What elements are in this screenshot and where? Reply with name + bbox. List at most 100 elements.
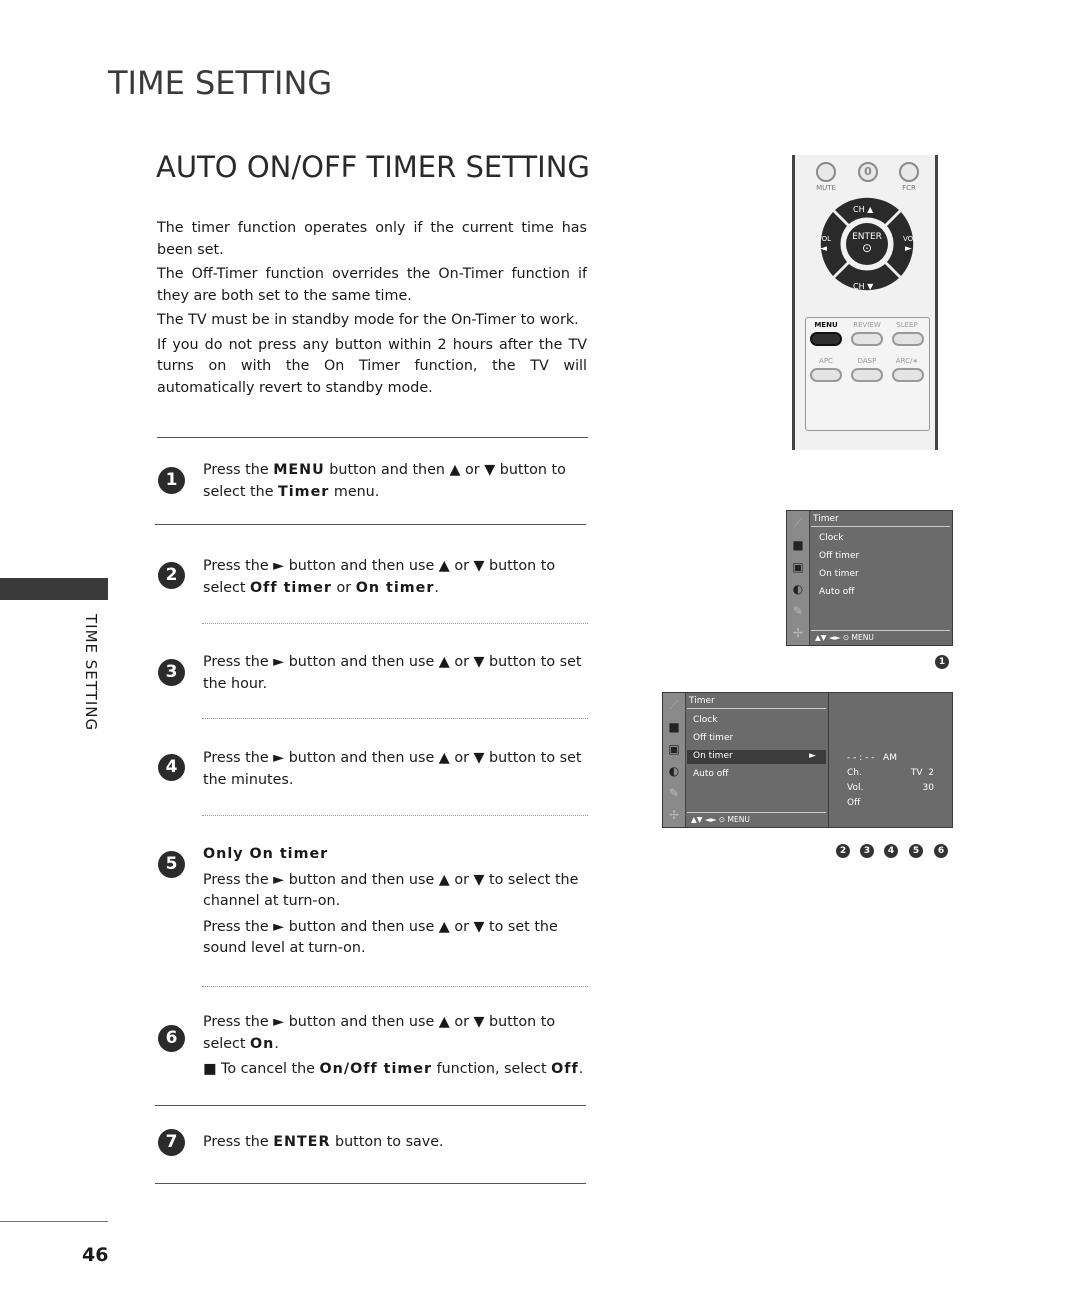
osd-selected-row[interactable]: On timer ► (687, 750, 826, 764)
enter-icon: ⊙ (861, 241, 873, 255)
on-timer-time[interactable]: - - : - - AM (847, 753, 897, 763)
section-title: TIME SETTING (108, 64, 333, 102)
osd-item-on-timer: On timer (693, 751, 733, 761)
sleep-label: SLEEP (896, 321, 918, 329)
osd-footer: ▲▼ ◄► ⊙ MENU (687, 812, 826, 827)
osd-on-timer-panel: - - : - - AM Ch. TV 2 Vol. 30 Off (828, 692, 953, 828)
osd-title: Timer (689, 696, 715, 706)
fcr-label: FCR (902, 184, 916, 192)
apc-button[interactable] (810, 368, 842, 382)
step-badge: 4 (884, 844, 898, 858)
divider (155, 1105, 586, 1106)
vol-left-arrow-icon: ◄ (820, 244, 827, 254)
antenna-icon: ⟋ (793, 516, 803, 530)
zero-button[interactable]: 0 (858, 162, 878, 182)
clock-icon: ◐ (668, 764, 680, 778)
step-badge: 5 (909, 844, 923, 858)
apc-label: APC (819, 357, 833, 365)
osd-item-on-timer[interactable]: On timer (819, 569, 859, 579)
osd-timer-menu-on-timer: ⟋ ■ ▣ ◐ ✎ ✢ Timer Clock Off timer On tim… (662, 692, 829, 828)
ch-up-label: CH ▲ (853, 205, 874, 214)
arc-label: ARC/∗ (895, 357, 919, 365)
divider (202, 815, 588, 816)
divider (155, 524, 586, 525)
side-tab-marker (0, 578, 108, 600)
remote-icon: ✎ (668, 786, 680, 800)
mute-label: MUTE (816, 184, 836, 192)
intro-paragraph: The timer function operates only if the … (157, 220, 587, 258)
divider (202, 718, 588, 719)
page-title: AUTO ON/OFF TIMER SETTING (156, 150, 590, 184)
page-number: 46 (82, 1244, 109, 1266)
step-5-line: Press the ► button and then use ▲ or ▼ t… (203, 918, 558, 957)
vol-right-label: VOL (903, 235, 918, 243)
enter-label: ENTER (852, 232, 882, 242)
vol-right-arrow-icon: ► (905, 244, 912, 254)
menu-label: MENU (814, 321, 838, 329)
on-off-state[interactable]: Off (847, 798, 860, 808)
side-label: TIME SETTING (82, 614, 100, 732)
step-number: 1 (158, 467, 185, 494)
step-number: 5 (158, 851, 185, 878)
right-arrow-icon: ► (809, 751, 816, 761)
step-badge: 6 (934, 844, 948, 858)
enter-button[interactable]: ENTER ⊙ (846, 223, 888, 265)
osd-icon-bar: ⟋ ■ ▣ ◐ ✎ ✢ (787, 511, 810, 645)
step-5-text: Only On timer Press the ► button and the… (203, 844, 593, 964)
step-badge: 1 (935, 655, 949, 669)
picture-icon: ■ (792, 538, 804, 552)
intro-paragraph: The TV must be in standby mode for the O… (157, 312, 579, 328)
button-panel: MENU REVIEW SLEEP APC DASP ARC/∗ (805, 317, 930, 431)
ch-value[interactable]: TV 2 (911, 768, 934, 778)
osd-item-auto-off[interactable]: Auto off (819, 587, 854, 597)
fcr-button[interactable] (899, 162, 919, 182)
osd-item-off-timer[interactable]: Off timer (693, 733, 733, 743)
clock-icon: ◐ (792, 582, 804, 596)
osd-icon-bar: ⟋ ■ ▣ ◐ ✎ ✢ (663, 693, 686, 827)
osd-title-rule (811, 526, 950, 527)
vol-label: Vol. (847, 783, 864, 793)
intro-text: The timer function operates only if the … (157, 218, 587, 402)
ch-label: Ch. (847, 768, 862, 778)
menu-button[interactable] (810, 332, 842, 346)
vol-value[interactable]: 30 (923, 783, 934, 793)
option-icon: ✢ (668, 808, 680, 822)
remote-icon: ✎ (792, 604, 804, 618)
remote-control: 0 MUTE FCR CH ▲ CH ▼ VOL ◄ VOL ► ENTER ⊙… (792, 155, 938, 450)
speaker-icon: ▣ (792, 560, 804, 574)
step-4-text: Press the ► button and then use ▲ or ▼ b… (203, 750, 582, 788)
intro-paragraph: If you do not press any button within 2 … (157, 336, 587, 396)
option-icon: ✢ (792, 626, 804, 640)
dasp-label: DASP (857, 357, 877, 365)
footer-rule (0, 1221, 108, 1222)
dasp-button[interactable] (851, 368, 883, 382)
osd-item-off-timer[interactable]: Off timer (819, 551, 859, 561)
divider (202, 986, 588, 987)
osd-item-clock[interactable]: Clock (693, 715, 717, 725)
osd-item-clock[interactable]: Clock (819, 533, 843, 543)
divider (155, 1183, 586, 1184)
ch-down-label: CH ▼ (853, 282, 874, 291)
arc-button[interactable] (892, 368, 924, 382)
step-number: 7 (158, 1129, 185, 1156)
antenna-icon: ⟋ (669, 698, 679, 712)
step-number: 3 (158, 659, 185, 686)
osd-title: Timer (813, 514, 839, 524)
step-number: 4 (158, 754, 185, 781)
step-5-heading: Only On timer (203, 846, 329, 862)
intro-paragraph: The Off-Timer function overrides the On-… (157, 266, 587, 304)
step-3-text: Press the ► button and then use ▲ or ▼ b… (203, 654, 582, 692)
step-badge: 2 (836, 844, 850, 858)
divider (157, 437, 588, 438)
step-6-text: Press the ► button and then use ▲ or ▼ b… (203, 1012, 593, 1085)
step-1-text: Press the MENU button and then ▲ or ▼ bu… (203, 462, 566, 500)
divider (202, 623, 588, 624)
sleep-button[interactable] (892, 332, 924, 346)
step-5-line: Press the ► button and then use ▲ or ▼ t… (203, 871, 579, 910)
speaker-icon: ▣ (668, 742, 680, 756)
mute-button[interactable] (816, 162, 836, 182)
osd-item-auto-off[interactable]: Auto off (693, 769, 728, 779)
step-6-note: ■ To cancel the On/Off timer function, s… (203, 1061, 584, 1077)
step-number: 6 (158, 1025, 185, 1052)
review-button[interactable] (851, 332, 883, 346)
